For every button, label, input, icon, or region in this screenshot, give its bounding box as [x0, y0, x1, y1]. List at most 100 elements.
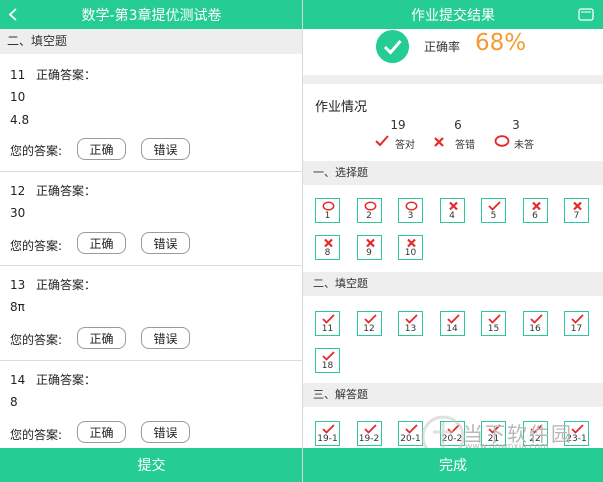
answer-cell-16[interactable]: 16 [522, 311, 548, 336]
mark-correct-button[interactable]: 正确 [77, 138, 126, 160]
answer-cell-label: 7 [573, 211, 580, 221]
answer-cell-14[interactable]: 14 [439, 311, 465, 336]
fullscreen-icon[interactable] [578, 8, 594, 21]
question-number: 13 [10, 278, 26, 292]
quiz-pane: 数学-第3章提优测试卷 二、填空题 11 正确答案： 10 4.8 您的答案: 正… [0, 0, 303, 482]
circle-icon [322, 201, 335, 211]
question-11-answer-2: 4.8 [10, 113, 30, 127]
question-13-heading: 13 正确答案： [10, 276, 96, 293]
check-icon [363, 424, 377, 434]
correct-answer-label: 正确答案： [36, 184, 97, 198]
mark-wrong-button[interactable]: 错误 [141, 138, 190, 160]
check-icon [529, 314, 543, 324]
section-essay-header: 三、解答题 [303, 383, 603, 407]
answer-cell-12[interactable]: 12 [356, 311, 382, 336]
accuracy-summary: 正确率 68% [303, 30, 603, 72]
answer-cell-label: 12 [363, 324, 375, 334]
answer-cell-label: 1 [324, 211, 331, 221]
your-answer-label: 您的答案: [10, 333, 63, 347]
question-14-heading: 14 正确答案： [10, 371, 96, 388]
accuracy-label: 正确率 [424, 40, 461, 54]
check-icon [405, 424, 418, 434]
your-answer-label: 您的答案: [10, 144, 63, 158]
right-count: 19 [390, 118, 406, 132]
answer-cell-19-1[interactable]: 19-1 [315, 421, 340, 446]
cross-icon [407, 238, 416, 248]
answer-cell-8[interactable]: 8 [315, 235, 340, 260]
question-number: 11 [10, 68, 26, 82]
right-label: 答对 [395, 140, 415, 151]
answer-cell-label: 19-1 [317, 434, 338, 444]
answer-cell-2[interactable]: 2 [356, 198, 382, 223]
answer-cell-1[interactable]: 1 [315, 198, 340, 223]
unanswered-count: 3 [512, 118, 520, 132]
question-12-answer-1: 30 [10, 206, 26, 220]
answer-cell-11[interactable]: 11 [315, 311, 340, 336]
answer-cell-7[interactable]: 7 [564, 198, 589, 223]
answer-cell-9[interactable]: 9 [356, 235, 382, 260]
answer-cell-17[interactable]: 17 [564, 311, 589, 336]
answer-cell-label: 3 [407, 211, 414, 221]
check-icon [405, 314, 418, 324]
answer-cell-18[interactable]: 18 [315, 348, 340, 373]
cross-icon [531, 201, 541, 211]
answer-cell-label: 18 [321, 361, 334, 371]
answer-cell-label: 14 [446, 324, 458, 334]
mark-correct-button[interactable]: 正确 [77, 421, 126, 443]
check-icon [375, 135, 389, 147]
answer-cell-label: 16 [529, 324, 541, 334]
circle-icon [405, 201, 418, 211]
correct-answer-label: 正确答案： [36, 68, 97, 82]
answer-cell-10[interactable]: 10 [398, 235, 423, 260]
answer-cell-label: 4 [449, 211, 455, 221]
answer-cell-3[interactable]: 3 [398, 198, 423, 223]
answer-cell-19-2[interactable]: 19-2 [356, 421, 382, 446]
check-icon [322, 314, 335, 324]
back-arrow-icon[interactable] [6, 6, 22, 23]
done-button[interactable]: 完成 [303, 448, 603, 482]
submit-button[interactable]: 提交 [0, 448, 303, 482]
answer-cell-label: 10 [404, 248, 417, 258]
cross-icon [365, 238, 375, 248]
answer-cell-label: 6 [532, 211, 538, 221]
answer-cell-label: 8 [324, 248, 331, 258]
correct-answer-label: 正确答案： [36, 278, 97, 292]
mark-correct-button[interactable]: 正确 [77, 232, 126, 254]
answer-cell-13[interactable]: 13 [398, 311, 423, 336]
answer-cell-label: 5 [490, 211, 497, 221]
answer-cell-5[interactable]: 5 [481, 198, 506, 223]
check-icon [322, 424, 335, 434]
divider [0, 265, 303, 266]
mark-correct-button[interactable]: 正确 [77, 327, 126, 349]
section-header: 二、填空题 [0, 29, 303, 54]
section-choice-header: 一、选择题 [303, 161, 603, 185]
result-title: 作业提交结果 [411, 7, 495, 24]
check-icon [571, 314, 584, 324]
answer-cell-15[interactable]: 15 [481, 311, 506, 336]
mark-wrong-button[interactable]: 错误 [141, 421, 190, 443]
divider [0, 360, 303, 361]
cross-icon [324, 238, 333, 248]
check-icon [446, 314, 460, 324]
check-icon [488, 314, 501, 324]
question-12-heading: 12 正确答案： [10, 182, 96, 199]
answer-cell-label: 11 [321, 324, 334, 334]
mark-wrong-button[interactable]: 错误 [141, 232, 190, 254]
unanswered-label: 未答 [514, 140, 534, 151]
answer-cell-label: 13 [404, 324, 417, 334]
answer-cell-6[interactable]: 6 [522, 198, 548, 223]
question-14-answer-1: 8 [10, 395, 18, 409]
result-pane: 作业提交结果 正确率 68% 作业情况 19 答对 6 答错 3 未答 一、选择… [303, 0, 603, 482]
question-13-answer-1: 8π [10, 300, 25, 314]
answer-cell-label: 15 [487, 324, 500, 334]
mark-wrong-button[interactable]: 错误 [141, 327, 190, 349]
answer-cell-label: 9 [366, 248, 372, 258]
answer-cell-label: 2 [366, 211, 372, 221]
spacer [303, 75, 603, 84]
question-11-answer-1: 10 [10, 90, 26, 104]
answer-cell-4[interactable]: 4 [439, 198, 465, 223]
question-number: 12 [10, 184, 26, 198]
divider [0, 171, 303, 172]
summary-title: 作业情况 [315, 100, 368, 115]
quiz-header: 数学-第3章提优测试卷 [0, 0, 303, 29]
